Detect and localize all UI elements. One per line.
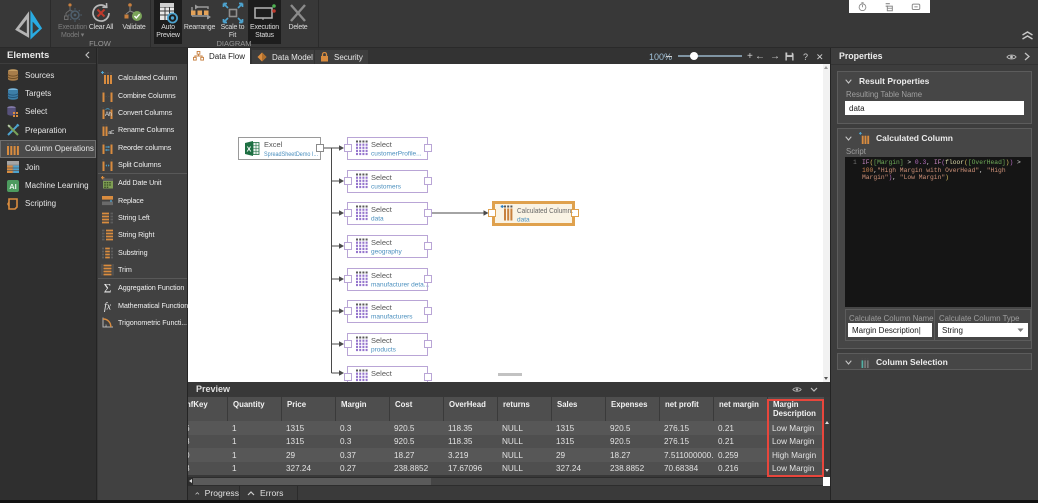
svg-text:Select: Select [371,173,393,182]
svg-text:manufacturers: manufacturers [371,314,413,321]
svg-text:AI: AI [9,182,17,191]
svg-text:Excel: Excel [264,140,283,149]
svg-text:manufacturer deta...: manufacturer deta... [371,282,429,289]
svg-text:Select: Select [371,336,393,345]
svg-text:aD: aD [108,130,114,136]
svg-text:data: data [517,217,530,224]
svg-text:X: X [247,147,252,154]
svg-text:Select: Select [371,238,393,247]
svg-text:fx: fx [104,301,112,312]
svg-text:Select: Select [371,303,393,312]
svg-text:SpreadSheetDemo I...: SpreadSheetDemo I... [264,151,318,158]
svg-text:Calculated Column.: Calculated Column. [517,206,573,215]
svg-text:customers: customers [371,184,402,191]
svg-text:Select: Select [371,271,393,280]
svg-text:customerProfile...: customerProfile... [371,151,422,158]
svg-text:Select: Select [371,369,393,378]
svg-text:Select: Select [371,205,393,214]
svg-text:geography: geography [371,249,402,256]
svg-text:products: products [371,347,397,354]
svg-text:Σ: Σ [104,281,111,294]
svg-text:data: data [371,216,384,223]
svg-text:Select: Select [371,140,393,149]
svg-text:h: h [109,112,112,118]
svg-text:a: a [105,323,107,327]
